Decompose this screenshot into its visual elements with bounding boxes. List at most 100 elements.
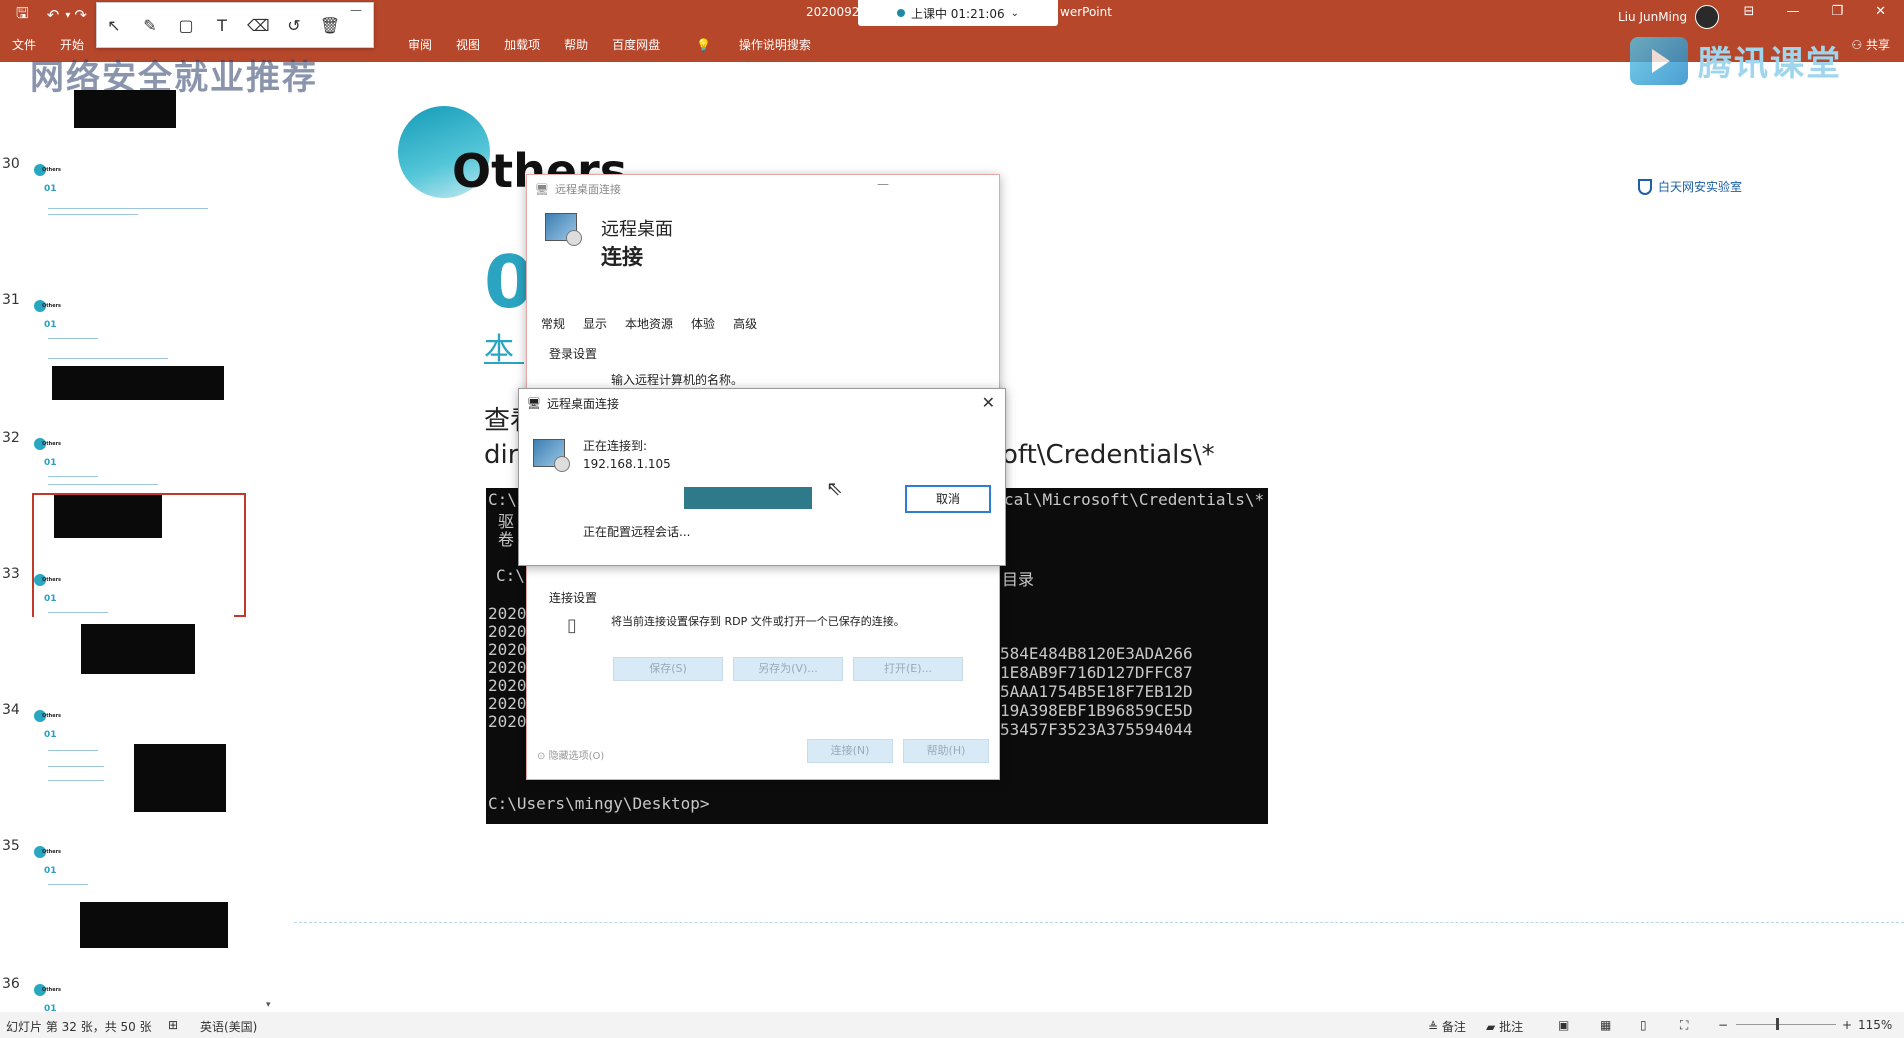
person-icon: ⚇	[1851, 38, 1863, 52]
save-file-icon: ▯	[567, 615, 577, 636]
tab-advanced[interactable]: 高级	[733, 315, 757, 332]
window-controls: ⊟ — ❐ ✕	[1744, 4, 1886, 19]
save-button[interactable]: 保存(S)	[613, 657, 723, 681]
thumbnail-number: 35	[2, 838, 20, 854]
slide-footer-dotted-line	[294, 922, 1904, 923]
thumbnail-number: 33	[2, 566, 20, 582]
open-button[interactable]: 打开(E)...	[853, 657, 963, 681]
tencent-classroom-watermark: 腾讯课堂	[1630, 36, 1842, 85]
rectangle-icon[interactable]: ▢	[175, 16, 197, 35]
undo-icon[interactable]: ↺	[283, 16, 305, 35]
app-name: werPoint	[1060, 5, 1112, 19]
avatar	[1695, 5, 1720, 29]
tab-general[interactable]: 常规	[541, 315, 565, 332]
user-account[interactable]: Liu JunMing	[1618, 5, 1720, 29]
thumbnail-number: 34	[2, 702, 20, 718]
rdc-app-icon: 🖥	[535, 182, 549, 196]
slide-thumbnail-panel: 30 Others 01 31 Others 01 32 Others 01 3…	[0, 62, 271, 1014]
share-button[interactable]: ⚇ 共享	[1851, 36, 1890, 53]
lightbulb-icon: 💡	[696, 38, 712, 52]
thumbnail-number: 36	[2, 976, 20, 992]
ribbon-display-icon[interactable]: ⊟	[1744, 4, 1755, 19]
class-session-indicator[interactable]: 上课中 01:21:06 ⌄	[858, 0, 1058, 26]
menu-review[interactable]: 审阅	[396, 36, 444, 54]
document-title: 2020092	[806, 5, 860, 19]
spell-check-icon[interactable]: ⊞	[168, 1018, 178, 1032]
tab-display[interactable]: 显示	[583, 315, 607, 332]
thumbnail-31[interactable]: Others 01	[34, 300, 234, 400]
notes-icon: ≜	[1428, 1020, 1439, 1034]
reading-view-icon[interactable]: ▯	[1640, 1018, 1647, 1032]
quick-access-toolbar: 🖫 ↶ ▾ ↷	[16, 4, 87, 26]
menu-view[interactable]: 视图	[444, 36, 492, 54]
session-timer: 上课中 01:21:06	[910, 6, 1005, 21]
help-button[interactable]: 帮助(H)	[903, 739, 989, 763]
zoom-slider[interactable]	[1736, 1024, 1836, 1025]
minimize-toolbar-icon[interactable]: —	[345, 3, 367, 17]
dialog-tabs: 常规 显示 本地资源 体验 高级	[541, 315, 757, 332]
zoom-level[interactable]: 115%	[1858, 1018, 1892, 1032]
close-icon[interactable]: ✕	[982, 393, 995, 412]
connecting-status: 正在配置远程会话...	[583, 525, 691, 539]
thumbnail-33[interactable]: Others 01	[34, 574, 234, 674]
redo-icon[interactable]: ↷	[74, 6, 87, 24]
mouse-pointer-icon: ⇖	[826, 476, 843, 500]
partner-logo: 白天网安实验室	[1638, 178, 1742, 195]
thumbnail-30[interactable]: Others 01	[34, 164, 234, 260]
select-arrow-icon[interactable]: ↖	[103, 16, 125, 35]
eraser-icon[interactable]: ⌫	[247, 16, 270, 35]
live-dot-icon	[896, 9, 905, 17]
connecting-label: 正在连接到:	[583, 439, 648, 453]
tab-experience[interactable]: 体验	[691, 315, 715, 332]
thumbnail-35[interactable]: Others 01	[34, 846, 234, 948]
close-icon[interactable]: ✕	[1875, 4, 1886, 19]
status-bar: 幻灯片 第 32 张，共 50 张 ⊞ 英语(美国) ≜ 备注 ▰ 批注 ▣ ▦…	[0, 1012, 1904, 1038]
chevron-down-icon[interactable]: ▾	[65, 10, 70, 21]
thumbnail-29-partial[interactable]	[74, 90, 176, 128]
chevron-down-icon: ⌄	[1010, 7, 1020, 19]
normal-view-icon[interactable]: ▣	[1558, 1018, 1569, 1032]
shield-icon	[1638, 178, 1652, 195]
slide-counter: 幻灯片 第 32 张，共 50 张	[6, 1020, 152, 1034]
slideshow-icon[interactable]: ⛶	[1680, 1018, 1688, 1033]
trash-icon[interactable]: 🗑	[319, 16, 341, 35]
console-prompt: C:\Users\mingy\Desktop>	[488, 794, 710, 813]
hide-options-toggle[interactable]: ⊙ 隐藏选项(O)	[537, 747, 604, 762]
cancel-button[interactable]: 取消	[905, 485, 991, 513]
slide-sorter-icon[interactable]: ▦	[1600, 1018, 1611, 1032]
comments-button[interactable]: ▰ 批注	[1486, 1018, 1523, 1035]
chevron-up-icon: ⊙	[537, 751, 546, 762]
minimize-icon[interactable]: —	[877, 177, 889, 191]
minimize-icon[interactable]: —	[1786, 4, 1799, 19]
tab-local-resources[interactable]: 本地资源	[625, 315, 673, 332]
slide-command-start: dir	[484, 440, 519, 470]
menu-baidu-netdisk[interactable]: 百度网盘	[600, 36, 672, 54]
language-indicator[interactable]: 英语(美国)	[200, 1018, 257, 1035]
save-as-button[interactable]: 另存为(V)...	[733, 657, 843, 681]
rdc-app-icon: 🖥	[527, 397, 541, 410]
connection-settings-section: 连接设置	[549, 591, 598, 605]
menu-tell-me[interactable]: 💡 操作说明搜索	[672, 36, 835, 54]
thumbnail-36[interactable]: Others 01	[34, 984, 234, 1014]
pen-icon[interactable]: ✎	[139, 16, 161, 35]
undo-icon[interactable]: ↶	[47, 6, 60, 24]
thumbnail-number: 32	[2, 430, 20, 446]
notes-button[interactable]: ≜ 备注	[1428, 1018, 1466, 1035]
menu-addins[interactable]: 加载项	[492, 36, 552, 54]
user-name: Liu JunMing	[1618, 10, 1688, 24]
dialog-heading-1: 远程桌面	[601, 219, 673, 240]
zoom-out-icon[interactable]: −	[1718, 1018, 1728, 1032]
restore-icon[interactable]: ❐	[1831, 4, 1843, 19]
text-icon[interactable]: T	[211, 16, 233, 35]
connect-button[interactable]: 连接(N)	[807, 739, 893, 763]
scroll-down-icon[interactable]: ▾	[266, 1000, 271, 1010]
dialog-titlebar: 🖥 远程桌面连接	[527, 397, 619, 411]
zoom-in-icon[interactable]: +	[1842, 1018, 1852, 1032]
login-settings-section: 登录设置	[549, 347, 598, 361]
thumbnail-34[interactable]: Others 01	[34, 710, 234, 812]
menu-help[interactable]: 帮助	[552, 36, 600, 54]
comment-icon: ▰	[1486, 1020, 1496, 1034]
remote-computer-icon	[545, 213, 582, 246]
zoom-slider-thumb[interactable]	[1776, 1018, 1779, 1030]
save-icon[interactable]: 🖫	[16, 3, 29, 28]
